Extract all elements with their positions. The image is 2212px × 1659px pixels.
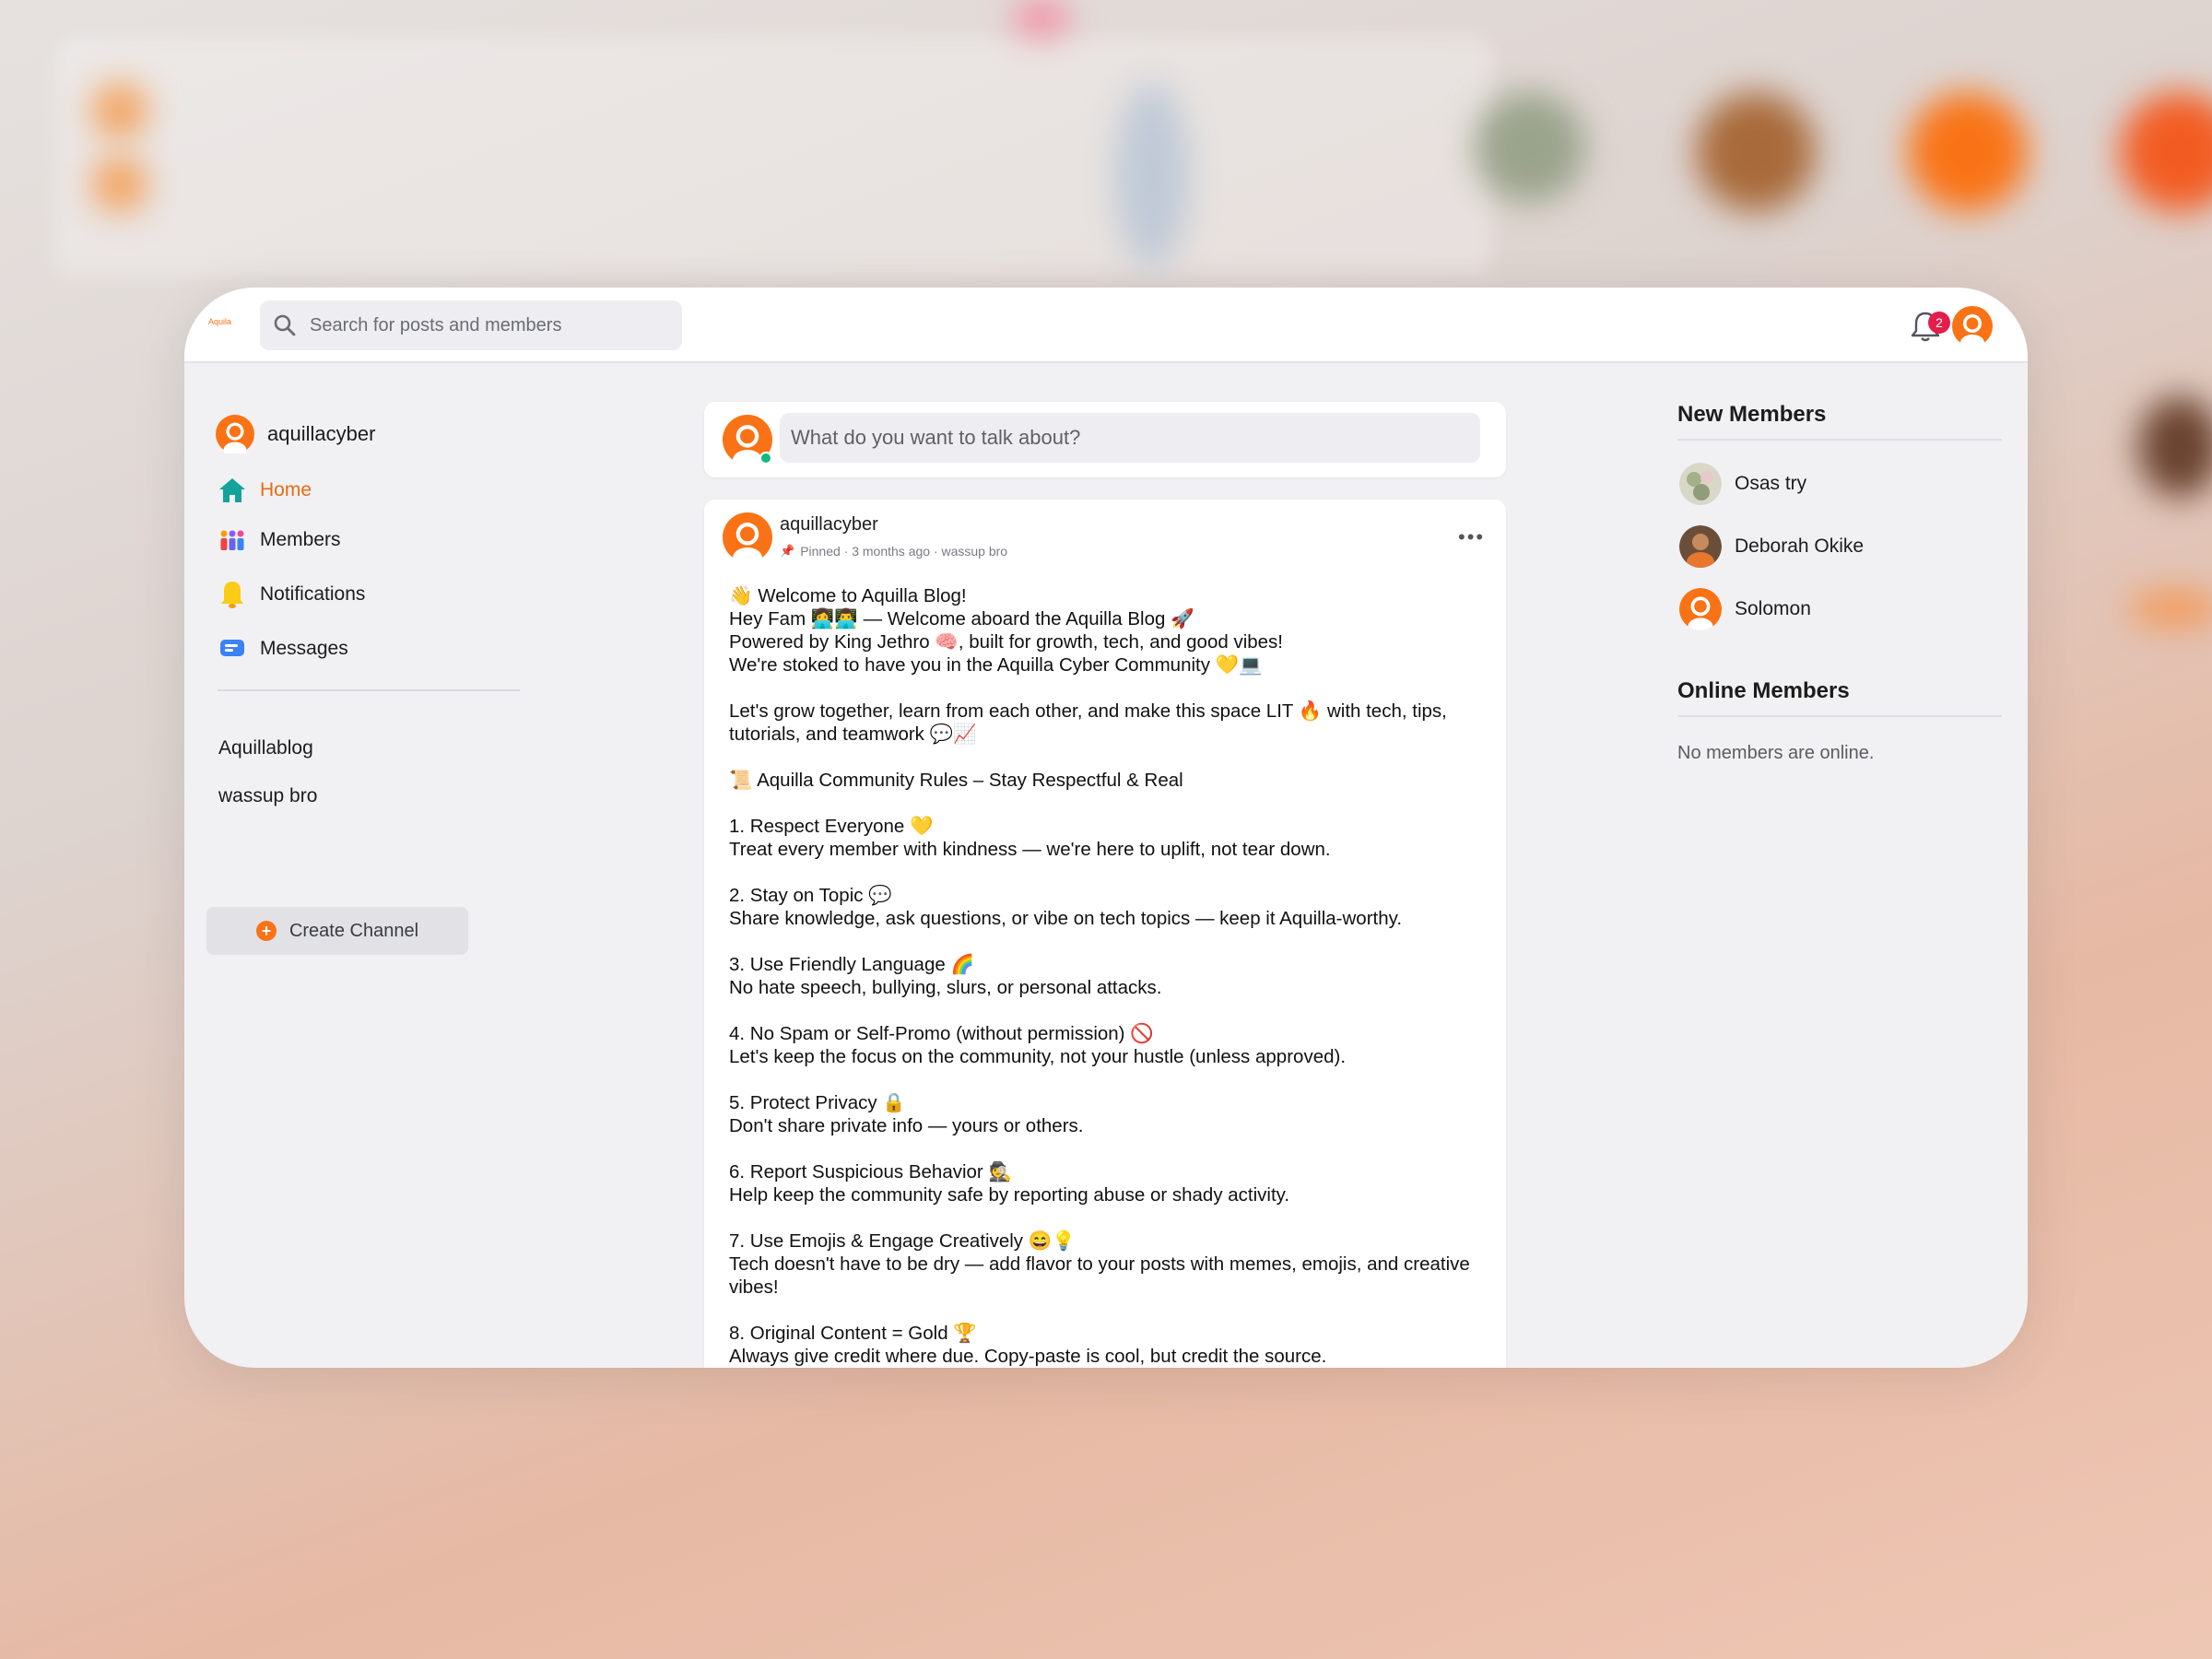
post-body-spacer bbox=[729, 792, 1485, 815]
sidebar-item-label: Members bbox=[260, 529, 341, 550]
search-input[interactable]: Search for posts and members bbox=[260, 300, 682, 350]
sidebar-item-notifications[interactable]: Notifications bbox=[218, 580, 365, 609]
post-body-line: Treat every member with kindness — we're… bbox=[729, 839, 1331, 860]
user-avatar-icon bbox=[1679, 588, 1722, 630]
sidebar-item-label: Notifications bbox=[260, 583, 366, 605]
post-meta: 📌 Pinned · 3 months ago · wassup bro bbox=[780, 544, 1007, 559]
new-members-divider bbox=[1677, 439, 2002, 441]
post-body-line: 6. Report Suspicious Behavior 🕵️ bbox=[729, 1161, 1012, 1182]
user-avatar-icon bbox=[216, 415, 254, 453]
sidebar-divider bbox=[218, 689, 520, 691]
post-body-spacer bbox=[729, 677, 1485, 700]
post-card: aquillacyber 📌 Pinned · 3 months ago · w… bbox=[704, 500, 1506, 1368]
post-body-spacer bbox=[729, 746, 1485, 769]
post-body-spacer bbox=[729, 1206, 1485, 1230]
post-body-line: 8. Original Content = Gold 🏆 bbox=[729, 1323, 977, 1344]
no-online-text: No members are online. bbox=[1677, 743, 1875, 763]
post-body-line: Let's keep the focus on the community, n… bbox=[729, 1046, 1347, 1067]
home-icon bbox=[218, 476, 247, 505]
post-body-line: 3. Use Friendly Language 🌈 bbox=[729, 954, 974, 975]
post-body-line: No hate speech, bullying, slurs, or pers… bbox=[729, 977, 1162, 998]
create-channel-label: Create Channel bbox=[288, 920, 419, 941]
user-avatar-icon[interactable] bbox=[1952, 306, 1993, 351]
post-body-spacer bbox=[729, 1068, 1485, 1091]
channel-item[interactable]: wassup bro bbox=[218, 785, 317, 807]
post-body-line: 👋 Welcome to Aquilla Blog! bbox=[729, 585, 967, 606]
messages-icon bbox=[218, 634, 247, 664]
post-body-line: Hey Fam 👩‍💻👨‍💻 — Welcome aboard the Aqui… bbox=[729, 608, 1194, 629]
sidebar-username: aquillacyber bbox=[267, 422, 376, 445]
sidebar-item-label: Home bbox=[260, 479, 312, 500]
post-body-spacer bbox=[729, 861, 1485, 884]
app-window: Aquila Search for posts and members 2 aq… bbox=[184, 288, 2028, 1368]
members-icon bbox=[218, 525, 247, 555]
channel-item[interactable]: Aquillablog bbox=[218, 737, 313, 759]
search-placeholder: Search for posts and members bbox=[310, 314, 562, 335]
post-author[interactable]: aquillacyber bbox=[780, 514, 878, 535]
post-body-line: 1. Respect Everyone 💛 bbox=[729, 816, 934, 837]
member-item[interactable]: Osas try bbox=[1679, 463, 1806, 505]
notifications-icon bbox=[218, 580, 247, 609]
post-body-spacer bbox=[729, 930, 1485, 953]
post-body-line: Don't share private info — yours or othe… bbox=[729, 1115, 1084, 1136]
plus-icon: + bbox=[255, 921, 276, 941]
create-channel-button[interactable]: + Create Channel bbox=[206, 907, 468, 955]
online-status-dot bbox=[759, 452, 772, 465]
top-bar: Aquila Search for posts and members 2 bbox=[184, 288, 2028, 363]
sidebar-item-members[interactable]: Members bbox=[218, 525, 341, 555]
post-composer: What do you want to talk about? bbox=[704, 402, 1506, 477]
app-logo[interactable]: Aquila bbox=[208, 317, 231, 326]
member-item[interactable]: Deborah Okike bbox=[1679, 525, 1864, 568]
post-meta-text: Pinned · 3 months ago · wassup bro bbox=[800, 544, 1008, 559]
post-body-line: 7. Use Emojis & Engage Creatively 😄💡 bbox=[729, 1230, 1076, 1252]
post-body-spacer bbox=[729, 999, 1485, 1022]
post-body-line: 2. Stay on Topic 💬 bbox=[729, 885, 892, 906]
member-avatar bbox=[1679, 525, 1722, 568]
post-body-line: Powered by King Jethro 🧠, built for grow… bbox=[729, 631, 1283, 653]
member-avatar bbox=[1679, 463, 1722, 505]
more-icon[interactable]: ••• bbox=[1458, 525, 1485, 549]
search-icon bbox=[260, 313, 310, 337]
post-body-line: 5. Protect Privacy 🔒 bbox=[729, 1092, 906, 1113]
composer-input[interactable]: What do you want to talk about? bbox=[780, 413, 1480, 463]
notification-count-badge: 2 bbox=[1928, 312, 1950, 334]
sidebar-item-home[interactable]: Home bbox=[218, 476, 312, 505]
sidebar-profile[interactable]: aquillacyber bbox=[216, 415, 375, 453]
post-body-spacer bbox=[729, 1299, 1485, 1322]
sidebar-item-label: Messages bbox=[260, 638, 348, 659]
pin-icon: 📌 bbox=[780, 544, 795, 558]
member-item[interactable]: Solomon bbox=[1679, 588, 1811, 630]
post-body-line: Help keep the community safe by reportin… bbox=[729, 1184, 1290, 1206]
post-body-spacer bbox=[729, 1137, 1485, 1160]
online-members-title: Online Members bbox=[1677, 678, 1850, 703]
post-body-line: Let's grow together, learn from each oth… bbox=[729, 700, 1447, 745]
post-body-line: Always give credit where due. Copy-paste… bbox=[729, 1346, 1327, 1367]
post-body-line: 4. No Spam or Self-Promo (without permis… bbox=[729, 1023, 1154, 1044]
post-body-line: 📜 Aquilla Community Rules – Stay Respect… bbox=[729, 770, 1183, 791]
post-body: 👋 Welcome to Aquilla Blog! Hey Fam 👩‍💻👨‍💻… bbox=[729, 584, 1485, 1368]
post-body-line: We're stoked to have you in the Aquilla … bbox=[729, 654, 1263, 676]
post-body-line: Tech doesn't have to be dry — add flavor… bbox=[729, 1253, 1470, 1298]
sidebar-item-messages[interactable]: Messages bbox=[218, 634, 348, 664]
member-name: Deborah Okike bbox=[1735, 535, 1865, 557]
new-members-title: New Members bbox=[1677, 402, 1827, 427]
member-name: Osas try bbox=[1735, 473, 1807, 494]
post-body-line: Share knowledge, ask questions, or vibe … bbox=[729, 908, 1403, 929]
user-avatar-icon[interactable] bbox=[723, 512, 772, 569]
member-name: Solomon bbox=[1735, 598, 1811, 619]
online-members-divider bbox=[1677, 715, 2002, 717]
